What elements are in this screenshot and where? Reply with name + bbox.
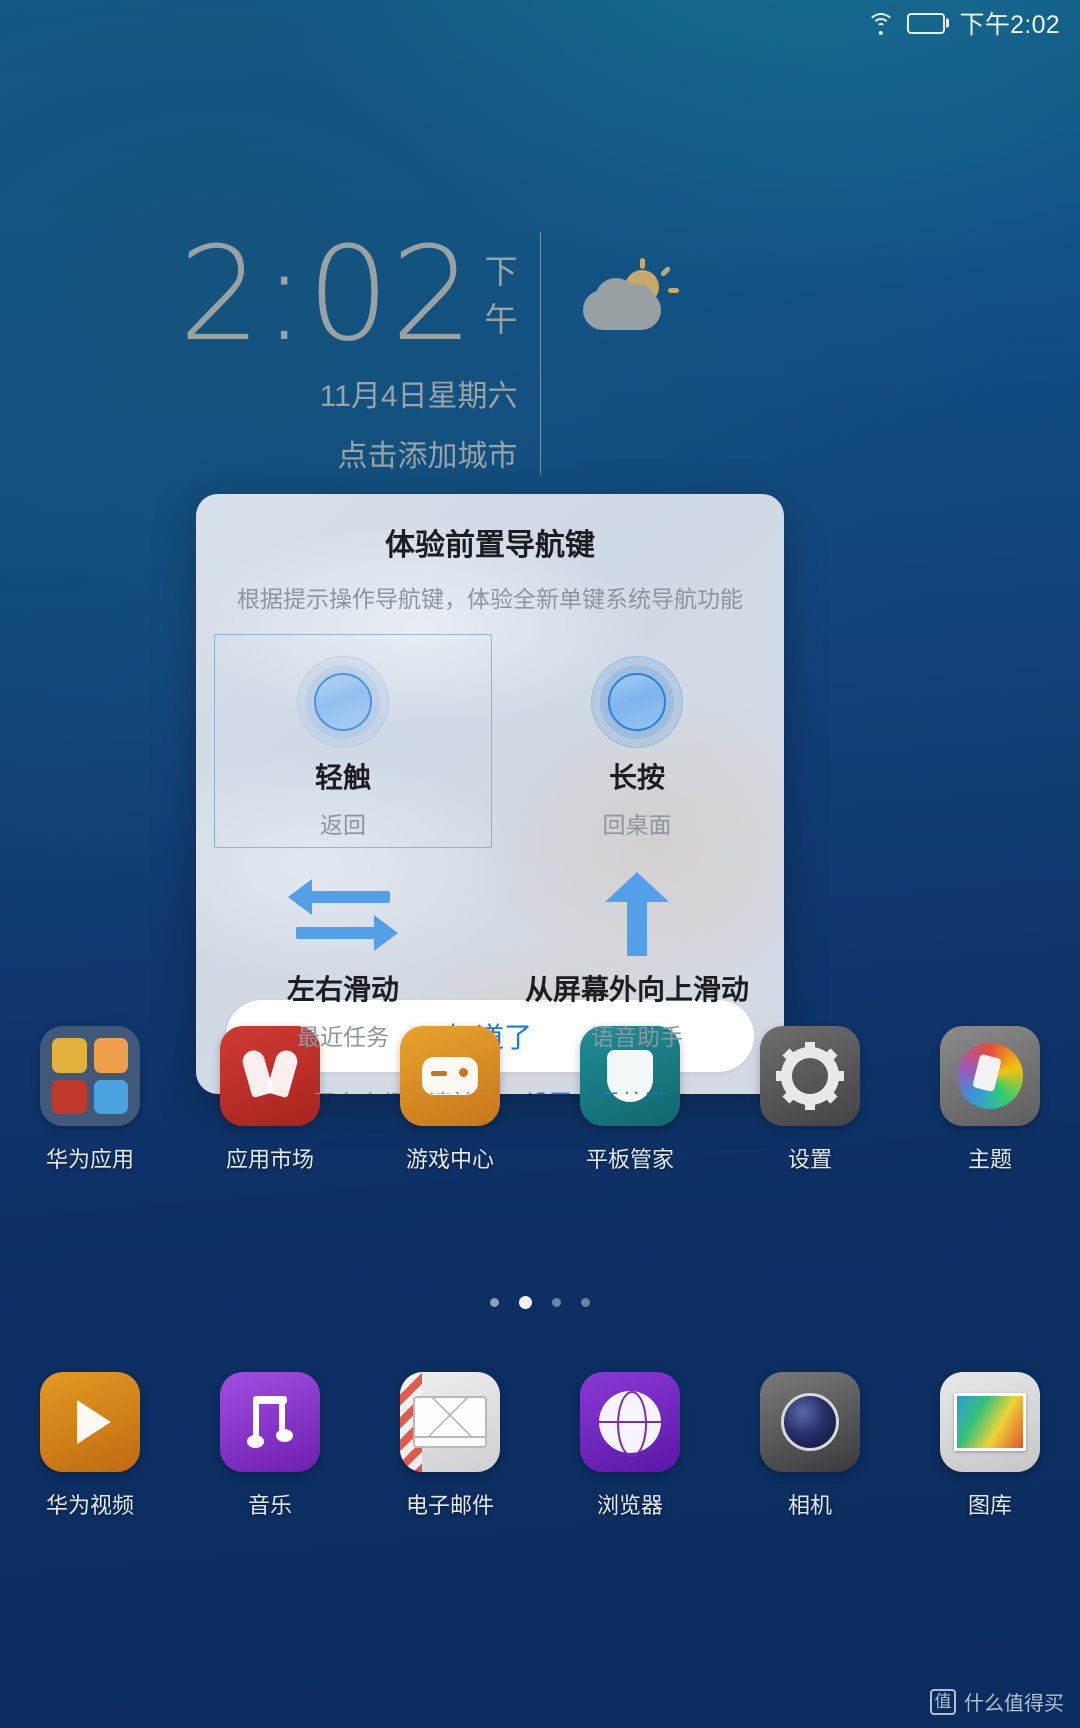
nav-key-intro-dialog: 体验前置导航键 根据提示操作导航键，体验全新单键系统导航功能 轻触 返回 长按 … xyxy=(196,494,784,1094)
app-item-browser[interactable]: 浏览器 xyxy=(540,1372,720,1520)
watermark-logo-icon: 值 xyxy=(930,1688,956,1715)
music-note-icon xyxy=(220,1372,320,1472)
swipe-left-right-icon xyxy=(288,875,398,953)
clock-time-row: 2:02 下午 xyxy=(179,229,518,359)
browser-globe-icon xyxy=(580,1372,680,1472)
app-label: 华为视频 xyxy=(45,1493,134,1518)
app-label: 平板管家 xyxy=(585,1147,674,1172)
gesture-label: 左右滑动 xyxy=(286,974,399,1005)
gesture-desc: 最近任务 xyxy=(297,1024,389,1050)
home-screen: 下午2:02 2:02 下午 11月4日星期六 点击添加城市 体验前置导航键 根… xyxy=(0,0,1080,1728)
gesture-item-swipe-lr[interactable]: 左右滑动 最近任务 xyxy=(196,840,490,1052)
clock-time: 2:02 xyxy=(178,218,475,370)
gesture-art-swipe-up xyxy=(490,866,784,962)
partly-cloudy-icon xyxy=(581,258,691,342)
page-dot[interactable] xyxy=(552,1298,561,1307)
app-item-email[interactable]: 电子邮件 xyxy=(360,1372,540,1520)
gesture-item-longpress[interactable]: 长按 回桌面 xyxy=(490,628,784,840)
gesture-desc: 回桌面 xyxy=(602,812,672,838)
page-dot[interactable] xyxy=(581,1298,590,1307)
dock-app-row: 华为视频 音乐 电子邮件 浏览器 相机 图库 xyxy=(0,1372,1080,1520)
gesture-item-tap[interactable]: 轻触 返回 xyxy=(196,628,492,848)
add-city-hint[interactable]: 点击添加城市 xyxy=(220,431,518,475)
app-label: 音乐 xyxy=(247,1493,292,1518)
page-dot-home[interactable] xyxy=(490,1298,499,1307)
app-label: 设置 xyxy=(787,1147,832,1172)
gesture-label: 长按 xyxy=(608,762,665,793)
dialog-subtitle: 根据提示操作导航键，体验全新单键系统导航功能 xyxy=(237,586,743,612)
camera-lens-icon xyxy=(760,1372,860,1472)
app-item-theme[interactable]: 主题 xyxy=(900,1026,1080,1174)
watermark-text: 什么值得买 xyxy=(964,1693,1064,1715)
clock-weather-widget[interactable]: 2:02 下午 11月4日星期六 点击添加城市 xyxy=(0,229,1080,475)
gesture-label: 轻触 xyxy=(314,762,371,793)
app-label: 游戏中心 xyxy=(405,1147,494,1172)
swipe-up-icon xyxy=(605,872,669,956)
dialog-more-info: 更多介绍，请前往： 设置 > 导航键 xyxy=(196,1084,784,1094)
app-label: 电子邮件 xyxy=(405,1493,494,1518)
watermark: 值 什么值得买 xyxy=(930,1687,1064,1716)
wifi-icon xyxy=(866,11,896,35)
app-label: 浏览器 xyxy=(596,1493,663,1518)
nav-key-tap-icon xyxy=(297,656,389,748)
app-item-music[interactable]: 音乐 xyxy=(180,1372,360,1520)
app-item-huawei-apps[interactable]: 华为应用 xyxy=(0,1026,180,1174)
app-label: 图库 xyxy=(967,1493,1012,1518)
nav-key-longpress-icon xyxy=(591,656,683,748)
gallery-photo-icon xyxy=(940,1372,1040,1472)
dialog-more-text: 更多介绍，请前往： xyxy=(313,1090,520,1094)
page-dot-active[interactable] xyxy=(519,1296,532,1309)
clock-block[interactable]: 2:02 下午 11月4日星期六 点击添加城市 xyxy=(179,229,540,475)
gesture-art-swipe-lr xyxy=(196,866,490,962)
video-play-icon xyxy=(40,1372,140,1472)
app-item-gallery[interactable]: 图库 xyxy=(900,1372,1080,1520)
weather-block[interactable] xyxy=(541,232,861,342)
settings-nav-key-link[interactable]: 设置 > 导航键 xyxy=(526,1090,667,1094)
clock-ampm: 下午 xyxy=(484,252,518,338)
gesture-art-longpress xyxy=(490,654,784,750)
app-item-huawei-video[interactable]: 华为视频 xyxy=(0,1372,180,1520)
app-item-camera[interactable]: 相机 xyxy=(720,1372,900,1520)
dialog-title: 体验前置导航键 xyxy=(385,529,595,562)
app-label: 应用市场 xyxy=(225,1147,314,1172)
status-bar-time: 下午2:02 xyxy=(959,11,1060,39)
folder-icon xyxy=(40,1026,140,1126)
gesture-grid: 轻触 返回 长按 回桌面 左右滑动 最近任务 从屏幕外向上滑动 语音助手 xyxy=(196,628,784,1052)
gesture-desc: 返回 xyxy=(320,812,366,838)
email-envelope-icon xyxy=(400,1372,500,1472)
status-bar: 下午2:02 xyxy=(0,0,1080,46)
gesture-art-tap xyxy=(196,654,490,750)
app-label: 主题 xyxy=(967,1147,1012,1172)
app-label: 相机 xyxy=(787,1493,832,1518)
gesture-desc: 语音助手 xyxy=(591,1024,683,1050)
page-indicator[interactable] xyxy=(0,1296,1080,1309)
gesture-item-swipe-up[interactable]: 从屏幕外向上滑动 语音助手 xyxy=(490,840,784,1052)
battery-icon xyxy=(906,12,949,34)
gesture-label: 从屏幕外向上滑动 xyxy=(524,974,749,1005)
app-label: 华为应用 xyxy=(45,1147,134,1172)
clock-date: 11月4日星期六 xyxy=(319,379,518,413)
theme-brush-icon xyxy=(940,1026,1040,1126)
